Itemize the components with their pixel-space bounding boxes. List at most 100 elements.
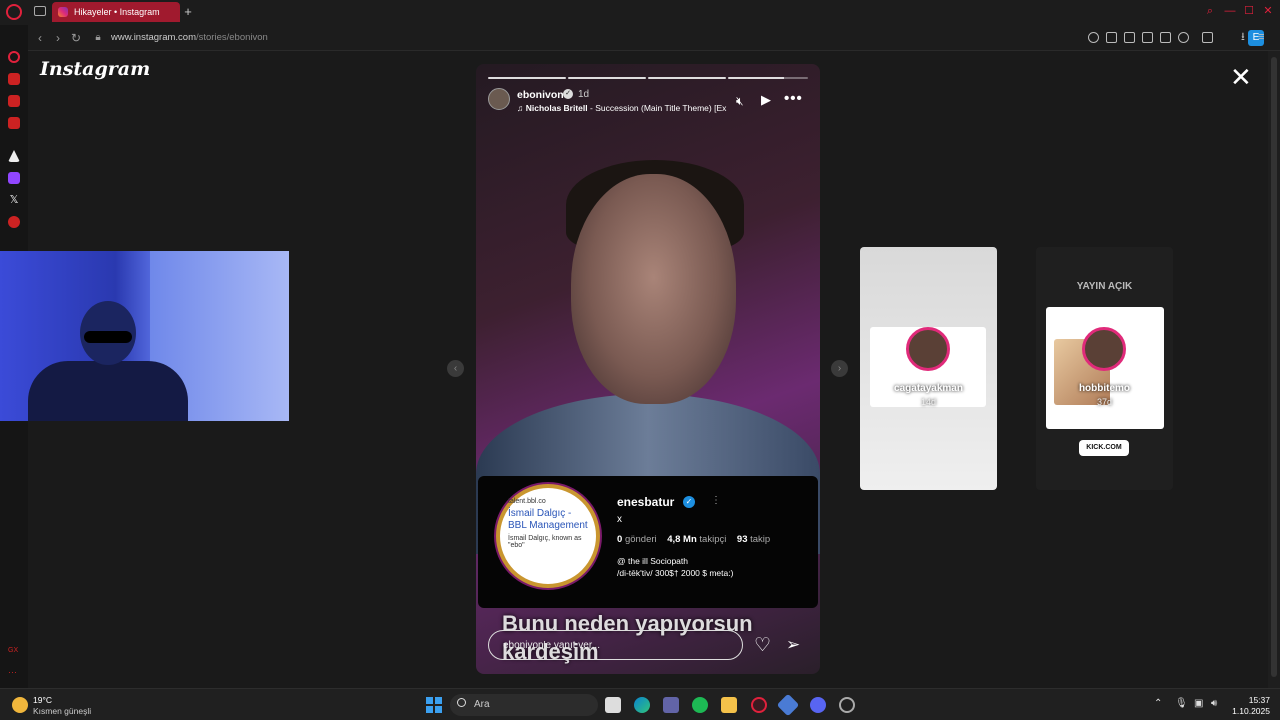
followers-label: takipçi [699,534,727,545]
steam-icon[interactable] [839,697,855,713]
preview-avatar [1082,327,1126,371]
preview-time: 37d [1096,397,1113,407]
browser-tab[interactable]: Hikayeler • Instagram [52,2,180,22]
story-preview-cagatayakman[interactable]: cagatayakman 14d [860,247,997,490]
snapshot-icon[interactable] [1124,32,1135,43]
address-bar: ‹ › ↻ 🔒︎ www.instagram.com/stories/eboni… [28,25,1280,51]
story-video-face [571,174,736,404]
aptoide-icon[interactable] [8,150,20,162]
new-tab-button[interactable]: + [182,4,194,20]
reply-input[interactable] [488,630,743,660]
play-icon[interactable]: ▶ [761,92,771,108]
story-viewer[interactable]: ebonivon ✓ 1d ♫ Nicholas Britell - Succe… [476,64,820,674]
aria-icon[interactable] [8,51,20,63]
instagram-logo[interactable]: Instagram [40,58,150,80]
weather-condition[interactable]: Kısmen güneşli [33,706,91,716]
gx-icon[interactable]: GX [8,647,20,659]
download-icon[interactable]: ⭳ [1241,32,1252,43]
edge-icon[interactable] [634,697,650,713]
shield-icon[interactable] [1142,32,1153,43]
player-icon[interactable] [1160,32,1171,43]
messenger-icon[interactable] [8,95,20,107]
mail-icon[interactable] [8,117,20,129]
opera-logo-icon[interactable] [6,4,22,20]
taskbar: 19°C Kısmen güneşli Ara ⌃ 🎙︎ ▣ 🔊︎ 15:37 … [0,688,1280,720]
maximize-icon[interactable]: ☐ [1243,5,1255,17]
heart-toolbar-icon[interactable] [1178,32,1189,43]
close-story-icon[interactable]: ✕ [1230,64,1252,90]
clock-time[interactable]: 15:37 [1230,695,1270,705]
progress-segment [488,77,566,79]
send-icon[interactable]: ➢ [786,635,800,655]
avatar-title: İsmail Dalgıç - BBL Management [508,508,588,531]
profile-card-avatar: talent.bbl.co İsmail Dalgıç - BBL Manage… [496,484,600,588]
posts-count: 0 [617,534,623,545]
reload-icon[interactable]: ↻ [70,31,82,45]
start-button[interactable] [426,697,442,713]
profile-card-bio-short: x [617,514,622,525]
back-icon[interactable]: ‹ [34,31,46,45]
discord-icon[interactable] [810,697,826,713]
twitch-icon[interactable] [8,172,20,184]
profile-card: talent.bbl.co İsmail Dalgıç - BBL Manage… [478,476,818,608]
search-tabs-icon[interactable]: ⌕ [1204,5,1216,17]
volume-icon[interactable]: 🔊︎ [1211,698,1217,709]
story-avatar[interactable] [488,88,510,110]
x-icon[interactable]: 𝕏 [8,194,20,206]
scrollbar-thumb[interactable] [1271,57,1277,677]
app-icon[interactable] [776,693,800,717]
task-view-icon[interactable] [605,697,621,713]
profile-card-stats: 0 gönderi 4,8 Mn takipçi 93 takip [617,534,770,545]
instagram-favicon-icon [58,7,68,17]
shopping-icon[interactable] [8,73,20,85]
progress-segment [648,77,726,79]
weather-sun-icon[interactable] [12,697,28,713]
more-options-icon[interactable]: ••• [784,90,803,107]
teams-icon[interactable] [663,697,679,713]
avatar-text: İsmail Dalgıç, known as "ebo" [508,535,582,549]
preview-username: cagatayakman [894,383,963,394]
lock-icon: 🔒︎ [95,32,101,43]
zoom-icon[interactable] [1088,32,1099,43]
spotify-icon[interactable] [692,697,708,713]
network-icon[interactable]: ▣ [1194,698,1203,709]
file-explorer-icon[interactable] [721,697,737,713]
url-field[interactable]: www.instagram.com/stories/ebonivon [111,32,268,43]
minimize-icon[interactable]: — [1224,5,1236,17]
preview-username: hobbitemo [1078,383,1131,394]
preview-banner: YAYIN AÇIK [1076,281,1133,292]
like-heart-icon[interactable]: ♡ [754,634,771,657]
menu-icon[interactable]: ≡ [1258,32,1269,43]
taskbar-search[interactable]: Ara [450,694,598,716]
profile-card-bio-line1: @ the ill Sociopath [617,556,689,566]
bookmark-icon[interactable] [1106,32,1117,43]
story-music[interactable]: ♫ Nicholas Britell - Succession (Main Ti… [517,103,729,113]
opera-gx-taskbar-icon[interactable] [751,697,767,713]
mute-icon[interactable]: 🔇︎ [736,94,744,109]
tab-bar: Hikayeler • Instagram + ⌕ — ☐ ✕ [0,0,1280,25]
avatar-site: talent.bbl.co [508,498,546,505]
music-title: - Succession (Main Title Theme) [Ex [587,103,727,113]
pinboard-icon[interactable] [8,216,20,228]
progress-segment-current [728,77,808,79]
prev-story-icon[interactable]: ‹ [447,360,464,377]
tray-overflow-icon[interactable]: ⌃ [1154,698,1162,709]
story-preview-hobbitemo[interactable]: YAYIN AÇIK hobbitemo 37d KICK.COM [1036,247,1173,490]
preview-time: 14d [920,397,937,407]
music-artist: Nicholas Britell [525,103,588,113]
microphone-icon[interactable]: 🎙︎ [1175,698,1188,709]
url-path: /stories/ebonivon [196,32,268,43]
extensions-icon[interactable] [1202,32,1213,43]
next-story-icon[interactable]: › [831,360,848,377]
tab-manager-icon[interactable] [34,6,46,16]
followers-count: 4,8 Mn [667,534,697,545]
preview-avatar [906,327,950,371]
story-username[interactable]: ebonivon [517,89,564,101]
forward-icon[interactable]: › [52,31,64,45]
weather-temperature[interactable]: 19°C [33,695,52,705]
more-sidebar-icon[interactable]: ··· [8,667,20,679]
posts-label: gönderi [624,534,657,545]
close-window-icon[interactable]: ✕ [1262,5,1274,17]
scrollbar[interactable] [1268,51,1280,688]
clock-date[interactable]: 1.10.2025 [1222,706,1270,716]
